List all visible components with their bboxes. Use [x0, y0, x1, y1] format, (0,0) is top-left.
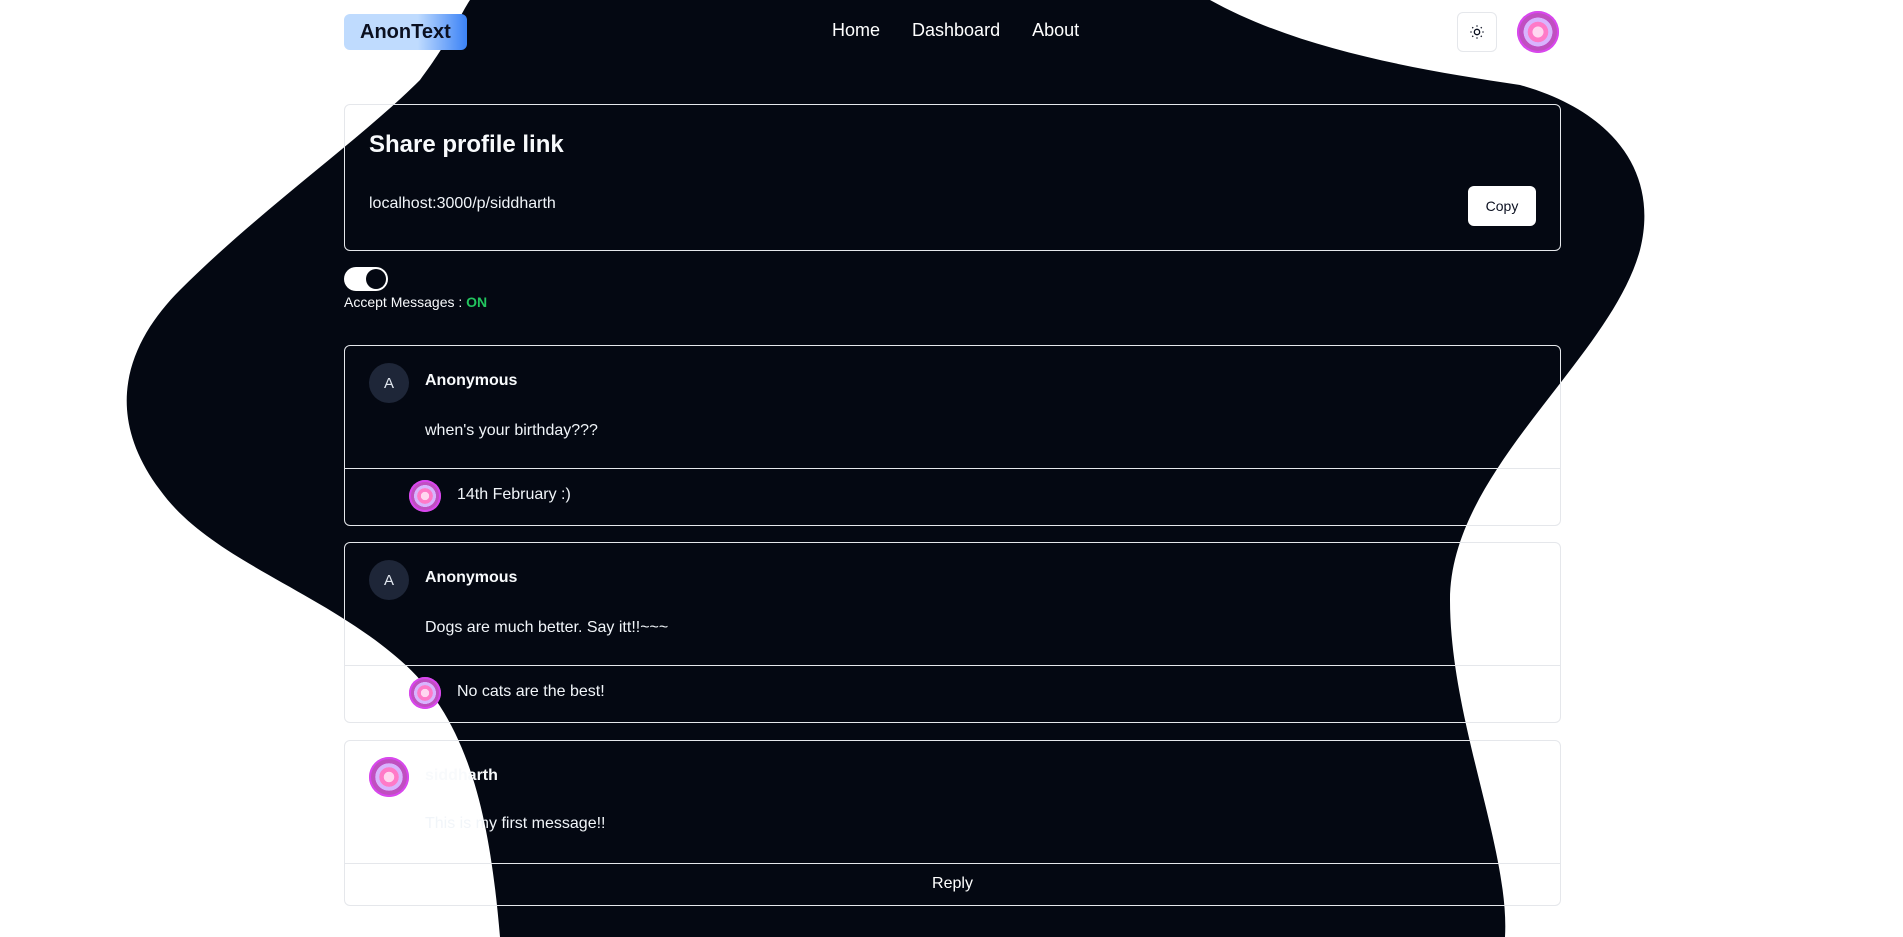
theme-toggle-button[interactable] — [1457, 12, 1497, 52]
reply-avatar — [409, 677, 441, 709]
anonymous-avatar: A — [369, 363, 409, 403]
message-card: siddharth This is my first message!! Rep… — [344, 740, 1561, 906]
profile-url: localhost:3000/p/siddharth — [369, 195, 556, 212]
page: AnonText Home Dashboard About Share prof… — [0, 0, 1903, 937]
app-logo[interactable]: AnonText — [344, 14, 467, 50]
reply-avatar — [409, 480, 441, 512]
divider — [345, 665, 1560, 666]
sun-icon — [1470, 25, 1484, 39]
reply-button[interactable]: Reply — [345, 864, 1560, 904]
share-profile-card: Share profile link localhost:3000/p/sidd… — [344, 104, 1561, 251]
message-text: This is my first message!! — [425, 815, 606, 832]
message-author: Anonymous — [425, 569, 518, 586]
share-title: Share profile link — [369, 131, 564, 158]
reply-text: 14th February :) — [457, 486, 571, 503]
message-text: when's your birthday??? — [425, 422, 598, 439]
main-nav: Home Dashboard About — [832, 20, 1079, 41]
copy-button[interactable]: Copy — [1468, 186, 1536, 226]
reply-text: No cats are the best! — [457, 683, 605, 700]
accept-messages-switch[interactable] — [344, 267, 388, 291]
nav-dashboard[interactable]: Dashboard — [912, 20, 1000, 41]
accept-status: ON — [466, 294, 488, 310]
sender-avatar — [369, 757, 409, 797]
nav-about[interactable]: About — [1032, 20, 1079, 41]
accept-messages-label: Accept Messages : ON — [344, 294, 488, 310]
message-card: A Anonymous Dogs are much better. Say it… — [344, 542, 1561, 723]
nav-home[interactable]: Home — [832, 20, 880, 41]
user-avatar-button[interactable] — [1517, 11, 1559, 53]
anonymous-avatar: A — [369, 560, 409, 600]
message-text: Dogs are much better. Say itt!!~~~ — [425, 619, 669, 636]
divider — [345, 468, 1560, 469]
message-card: A Anonymous when's your birthday??? 14th… — [344, 345, 1561, 526]
switch-knob — [366, 269, 386, 289]
message-author: siddharth — [425, 767, 498, 784]
message-author: Anonymous — [425, 372, 518, 389]
